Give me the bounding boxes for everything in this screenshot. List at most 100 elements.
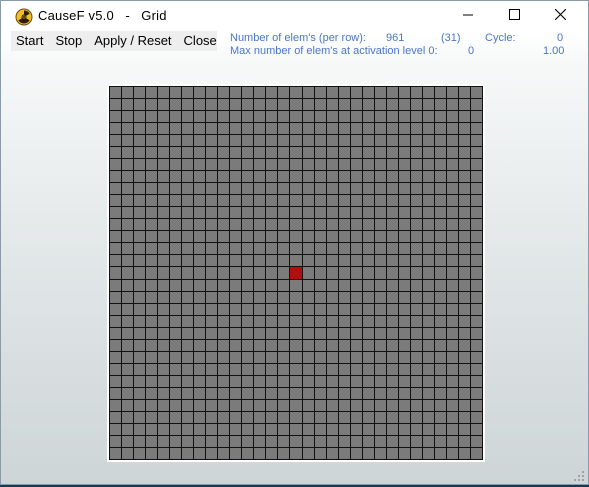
grid-cell[interactable] — [134, 279, 146, 291]
grid-cell[interactable] — [266, 267, 278, 279]
grid-cell[interactable] — [386, 171, 398, 183]
grid-cell[interactable] — [266, 135, 278, 147]
grid-cell[interactable] — [206, 147, 218, 159]
grid-cell[interactable] — [254, 87, 266, 99]
grid-cell[interactable] — [446, 375, 458, 387]
grid-cell[interactable] — [470, 231, 482, 243]
grid-cell[interactable] — [326, 219, 338, 231]
grid-cell[interactable] — [470, 159, 482, 171]
grid-cell[interactable] — [446, 207, 458, 219]
grid-cell[interactable] — [254, 231, 266, 243]
grid-cell[interactable] — [158, 195, 170, 207]
grid-cell[interactable] — [314, 135, 326, 147]
grid-cell[interactable] — [470, 255, 482, 267]
grid-cell[interactable] — [458, 267, 470, 279]
grid-cell[interactable] — [302, 315, 314, 327]
grid-cell[interactable] — [278, 207, 290, 219]
grid-cell[interactable] — [374, 159, 386, 171]
grid-cell[interactable] — [122, 147, 134, 159]
grid-cell[interactable] — [398, 135, 410, 147]
grid-cell[interactable] — [470, 207, 482, 219]
grid-cell[interactable] — [182, 207, 194, 219]
grid-cell[interactable] — [242, 435, 254, 447]
grid-cell[interactable] — [470, 387, 482, 399]
grid-cell[interactable] — [326, 147, 338, 159]
grid-cell[interactable] — [446, 147, 458, 159]
grid-cell[interactable] — [158, 423, 170, 435]
grid-cell[interactable] — [314, 183, 326, 195]
grid-cell[interactable] — [194, 387, 206, 399]
grid-cell[interactable] — [398, 123, 410, 135]
grid-cell[interactable] — [254, 447, 266, 459]
grid-cell[interactable] — [362, 87, 374, 99]
grid-cell[interactable] — [170, 411, 182, 423]
grid-cell[interactable] — [422, 351, 434, 363]
grid-cell[interactable] — [314, 435, 326, 447]
grid-cell[interactable] — [170, 375, 182, 387]
grid-cell[interactable] — [398, 411, 410, 423]
grid-cell[interactable] — [398, 423, 410, 435]
resize-grip-icon[interactable] — [573, 469, 585, 481]
grid-cell[interactable] — [134, 87, 146, 99]
grid-cell[interactable] — [122, 231, 134, 243]
grid-cell[interactable] — [194, 291, 206, 303]
grid-cell[interactable] — [122, 447, 134, 459]
grid-cell[interactable] — [254, 255, 266, 267]
grid-cell[interactable] — [206, 171, 218, 183]
grid-cell[interactable] — [182, 255, 194, 267]
grid-cell[interactable] — [458, 255, 470, 267]
grid-cell[interactable] — [194, 111, 206, 123]
grid-cell[interactable] — [422, 99, 434, 111]
grid-cell[interactable] — [338, 243, 350, 255]
grid-cell[interactable] — [218, 447, 230, 459]
grid-cell[interactable] — [350, 327, 362, 339]
grid-cell[interactable] — [110, 219, 122, 231]
grid-cell[interactable] — [110, 87, 122, 99]
grid-cell[interactable] — [302, 291, 314, 303]
grid-cell[interactable] — [302, 99, 314, 111]
grid-cell[interactable] — [302, 147, 314, 159]
grid-cell[interactable] — [314, 327, 326, 339]
grid-cell[interactable] — [374, 411, 386, 423]
grid-cell[interactable] — [374, 447, 386, 459]
grid-cell[interactable] — [410, 363, 422, 375]
grid-cell[interactable] — [410, 195, 422, 207]
grid-cell[interactable] — [326, 231, 338, 243]
grid-cell[interactable] — [470, 147, 482, 159]
grid-cell[interactable] — [410, 99, 422, 111]
grid-cell[interactable] — [122, 315, 134, 327]
grid-cell[interactable] — [410, 159, 422, 171]
grid-cell[interactable] — [158, 411, 170, 423]
grid-cell[interactable] — [146, 159, 158, 171]
grid-cell[interactable] — [446, 183, 458, 195]
grid-cell[interactable] — [362, 423, 374, 435]
grid-cell[interactable] — [398, 231, 410, 243]
grid-cell[interactable] — [242, 363, 254, 375]
grid-cell[interactable] — [218, 267, 230, 279]
grid-cell[interactable] — [194, 267, 206, 279]
grid-cell[interactable] — [218, 279, 230, 291]
grid-cell[interactable] — [254, 135, 266, 147]
grid-cell[interactable] — [110, 363, 122, 375]
grid-cell[interactable] — [290, 159, 302, 171]
grid-cell[interactable] — [326, 291, 338, 303]
grid-cell[interactable] — [362, 231, 374, 243]
grid-cell[interactable] — [242, 135, 254, 147]
grid-cell[interactable] — [194, 363, 206, 375]
grid-cell[interactable] — [206, 255, 218, 267]
grid-cell[interactable] — [218, 243, 230, 255]
grid-cell[interactable] — [230, 243, 242, 255]
grid-cell[interactable] — [158, 375, 170, 387]
grid-cell[interactable] — [422, 303, 434, 315]
grid-cell[interactable] — [290, 231, 302, 243]
grid-cell[interactable] — [182, 147, 194, 159]
grid-cell[interactable] — [422, 147, 434, 159]
grid-cell[interactable] — [110, 147, 122, 159]
grid-cell[interactable] — [290, 87, 302, 99]
grid-cell[interactable] — [158, 219, 170, 231]
grid-cell[interactable] — [218, 327, 230, 339]
grid-cell[interactable] — [122, 207, 134, 219]
grid-cell[interactable] — [158, 363, 170, 375]
grid-cell[interactable] — [470, 87, 482, 99]
grid-cell[interactable] — [218, 159, 230, 171]
